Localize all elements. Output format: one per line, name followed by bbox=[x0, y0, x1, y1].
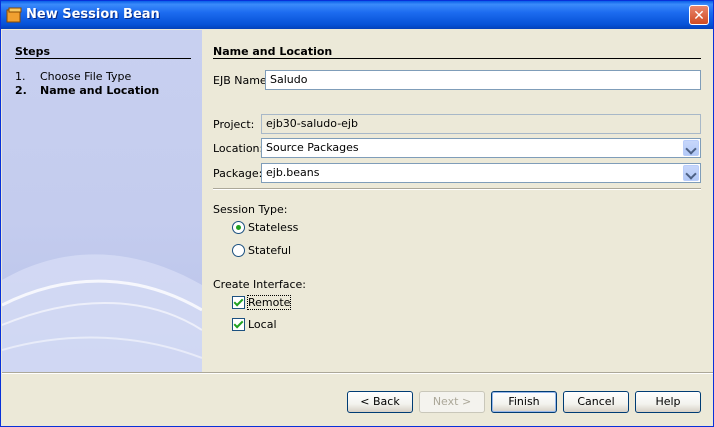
project-label: Project: bbox=[213, 118, 255, 131]
ejb-name-label: EJB Name: bbox=[213, 74, 271, 87]
finish-button[interactable]: Finish bbox=[491, 391, 557, 413]
step-number: 2. bbox=[15, 84, 27, 97]
ejb-name-field[interactable]: Saludo bbox=[265, 70, 701, 90]
netbeans-app-icon bbox=[6, 7, 22, 23]
session-type-label: Session Type: bbox=[213, 203, 288, 216]
step-label: Name and Location bbox=[40, 84, 160, 97]
step-number: 1. bbox=[15, 70, 26, 83]
steps-title: Steps bbox=[15, 45, 51, 58]
local-checkbox[interactable] bbox=[232, 318, 245, 331]
location-combo[interactable]: Source Packages bbox=[261, 138, 701, 158]
back-button[interactable]: < Back bbox=[347, 391, 413, 413]
location-value: Source Packages bbox=[266, 141, 359, 154]
step-choose-file-type: 1. Choose File Type bbox=[15, 70, 131, 83]
stateful-label[interactable]: Stateful bbox=[248, 244, 291, 257]
close-icon: ✕ bbox=[693, 8, 705, 24]
section-title: Name and Location bbox=[213, 45, 333, 58]
title-bar[interactable]: New Session Bean ✕ bbox=[1, 1, 713, 29]
chevron-down-icon[interactable] bbox=[683, 140, 699, 156]
new-session-bean-dialog: New Session Bean ✕ Steps 1. Choose File T… bbox=[0, 0, 714, 427]
chevron-down-icon[interactable] bbox=[683, 165, 699, 181]
form-separator bbox=[213, 188, 701, 190]
remote-label[interactable]: Remote bbox=[246, 295, 292, 310]
package-label: Package: bbox=[213, 167, 263, 180]
section-divider bbox=[213, 58, 701, 59]
stateless-label[interactable]: Stateless bbox=[248, 221, 298, 234]
step-label: Choose File Type bbox=[40, 70, 132, 83]
window-title: New Session Bean bbox=[26, 7, 160, 22]
name-and-location-panel: Name and Location EJB Name: Saludo Proje… bbox=[203, 30, 713, 372]
steps-divider bbox=[15, 58, 191, 59]
project-field: ejb30-saludo-ejb bbox=[261, 114, 701, 134]
close-button[interactable]: ✕ bbox=[689, 5, 709, 25]
remote-checkbox[interactable] bbox=[232, 296, 245, 309]
location-label: Location: bbox=[213, 142, 264, 155]
create-interface-label: Create Interface: bbox=[213, 278, 307, 291]
package-value: ejb.beans bbox=[266, 166, 320, 179]
next-button[interactable]: Next > bbox=[419, 391, 485, 413]
local-label[interactable]: Local bbox=[248, 318, 277, 331]
stateful-radio[interactable] bbox=[232, 244, 245, 257]
help-button[interactable]: Help bbox=[635, 391, 701, 413]
cancel-button[interactable]: Cancel bbox=[563, 391, 629, 413]
button-bar-separator bbox=[2, 372, 713, 374]
package-combo[interactable]: ejb.beans bbox=[261, 163, 701, 183]
steps-panel: Steps 1. Choose File Type 2. Name and Loca… bbox=[2, 30, 202, 372]
step-name-and-location: 2. Name and Location bbox=[15, 84, 159, 97]
stateless-radio[interactable] bbox=[232, 221, 245, 234]
